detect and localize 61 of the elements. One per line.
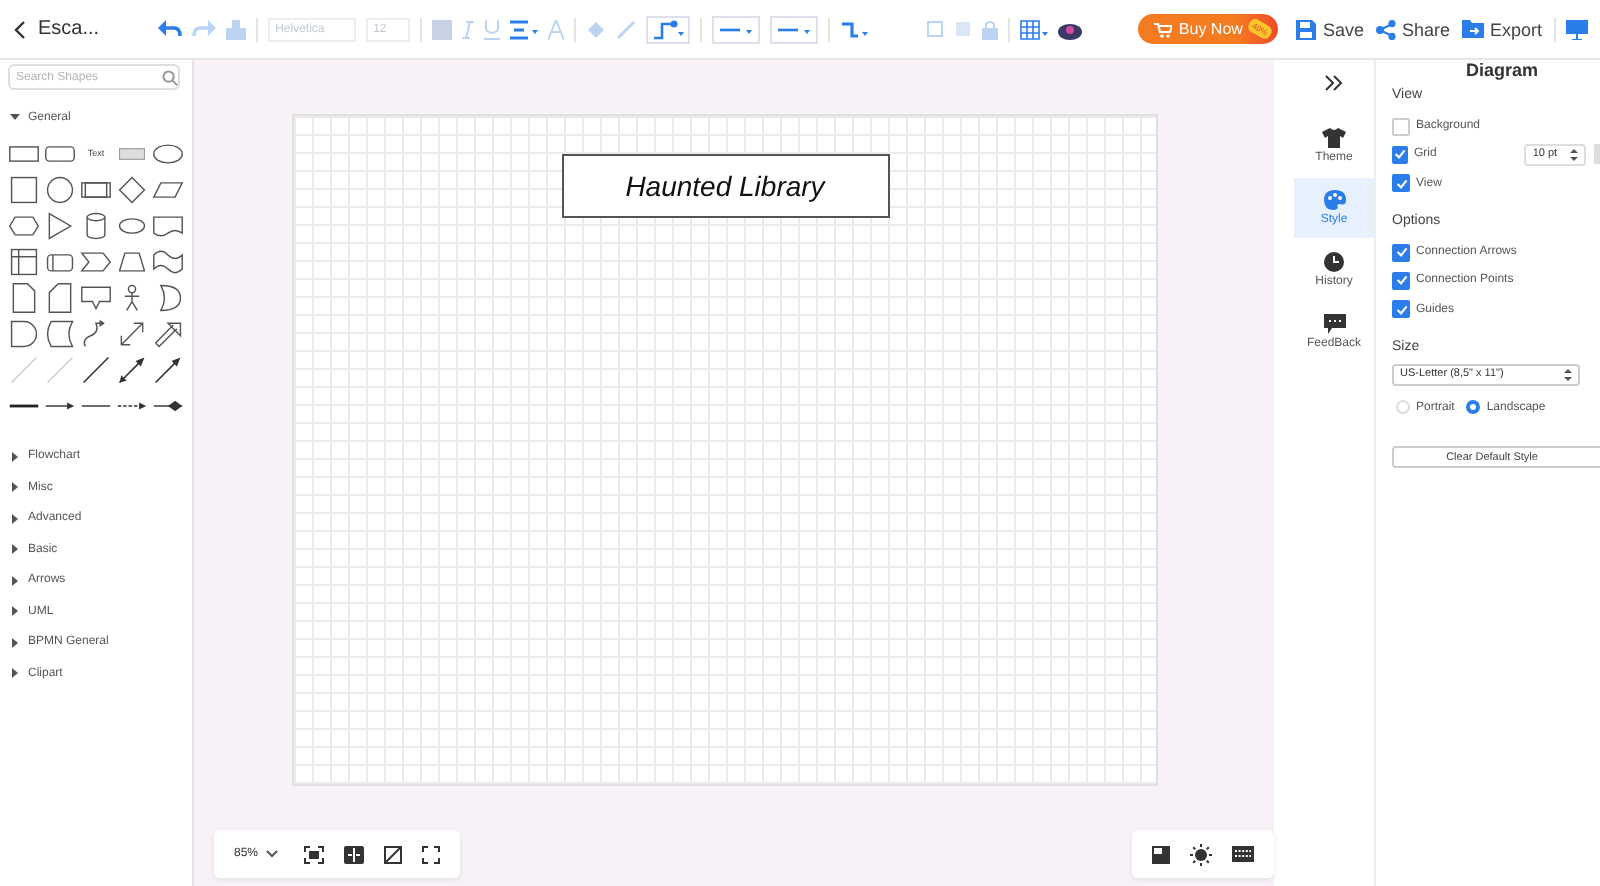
text-shape[interactable]: Haunted Library: [561, 154, 889, 218]
cart-icon: [1154, 21, 1173, 37]
connector-style-button[interactable]: [645, 15, 690, 43]
caret-icon: [266, 850, 279, 858]
undo-icon[interactable]: [157, 19, 182, 39]
search-icon: [162, 69, 178, 85]
cylinder-icon[interactable]: [80, 209, 112, 241]
eye-icon[interactable]: [1057, 19, 1082, 39]
line-icon[interactable]: [80, 353, 112, 385]
fit-page-icon[interactable]: [304, 845, 325, 863]
double-arrow-icon[interactable]: [116, 353, 148, 385]
connector-icon: [651, 19, 684, 39]
checkbox[interactable]: [1392, 271, 1410, 290]
document-title[interactable]: Esca...: [38, 18, 100, 40]
actual-size-icon[interactable]: [384, 845, 403, 863]
font-color-icon[interactable]: [547, 19, 564, 39]
checkbox[interactable]: [1392, 243, 1410, 262]
collapse-icon[interactable]: [1324, 74, 1344, 92]
bulb-icon[interactable]: [1190, 843, 1212, 865]
share-button[interactable]: Share: [1375, 19, 1450, 39]
palette-icon: [1323, 190, 1345, 210]
fit-width-icon[interactable]: [344, 845, 365, 863]
line-width-button[interactable]: [769, 15, 818, 43]
stepper-icon: [1569, 147, 1578, 162]
waypoint-icon[interactable]: [839, 19, 868, 39]
curved-shape-icon[interactable]: [44, 317, 76, 349]
chat-icon: [1323, 314, 1345, 334]
save-button[interactable]: Save: [1296, 19, 1364, 39]
page-icon[interactable]: [8, 281, 40, 313]
checkbox[interactable]: [1392, 117, 1410, 136]
checkbox[interactable]: [1392, 145, 1408, 164]
line-style-button[interactable]: [711, 15, 760, 43]
arrow-icon[interactable]: [152, 353, 184, 385]
save-icon: [1296, 19, 1317, 39]
share-icon: [1375, 19, 1396, 39]
double-arrow-icon[interactable]: [116, 317, 148, 349]
presentation-icon[interactable]: [1566, 19, 1588, 39]
keyboard-icon[interactable]: [1232, 846, 1254, 862]
wave-icon[interactable]: [152, 245, 184, 277]
export-button[interactable]: Export: [1461, 19, 1542, 39]
arrow-icon[interactable]: [152, 317, 184, 349]
table-icon[interactable]: [1019, 19, 1048, 39]
folder-icon: [1461, 20, 1484, 38]
radio-button[interactable]: [1466, 400, 1481, 415]
square-icon[interactable]: [8, 173, 40, 205]
back-icon[interactable]: [12, 19, 28, 39]
callout-icon[interactable]: [80, 281, 112, 313]
checkbox[interactable]: [1392, 174, 1410, 193]
align-icon[interactable]: [509, 19, 538, 39]
shirt-icon: [1322, 128, 1346, 148]
diamond-icon[interactable]: [116, 173, 148, 205]
triangle-icon[interactable]: [44, 209, 76, 241]
fullscreen-icon[interactable]: [422, 845, 441, 863]
checkbox[interactable]: [1392, 300, 1410, 319]
stepper-icon: [1564, 367, 1572, 382]
panel-title: Diagram: [1464, 60, 1541, 80]
table-icon[interactable]: [8, 245, 40, 277]
outline-icon[interactable]: [1152, 845, 1170, 863]
card-icon[interactable]: [44, 281, 76, 313]
circle-icon[interactable]: [44, 173, 76, 205]
clock-icon: [1324, 252, 1344, 272]
